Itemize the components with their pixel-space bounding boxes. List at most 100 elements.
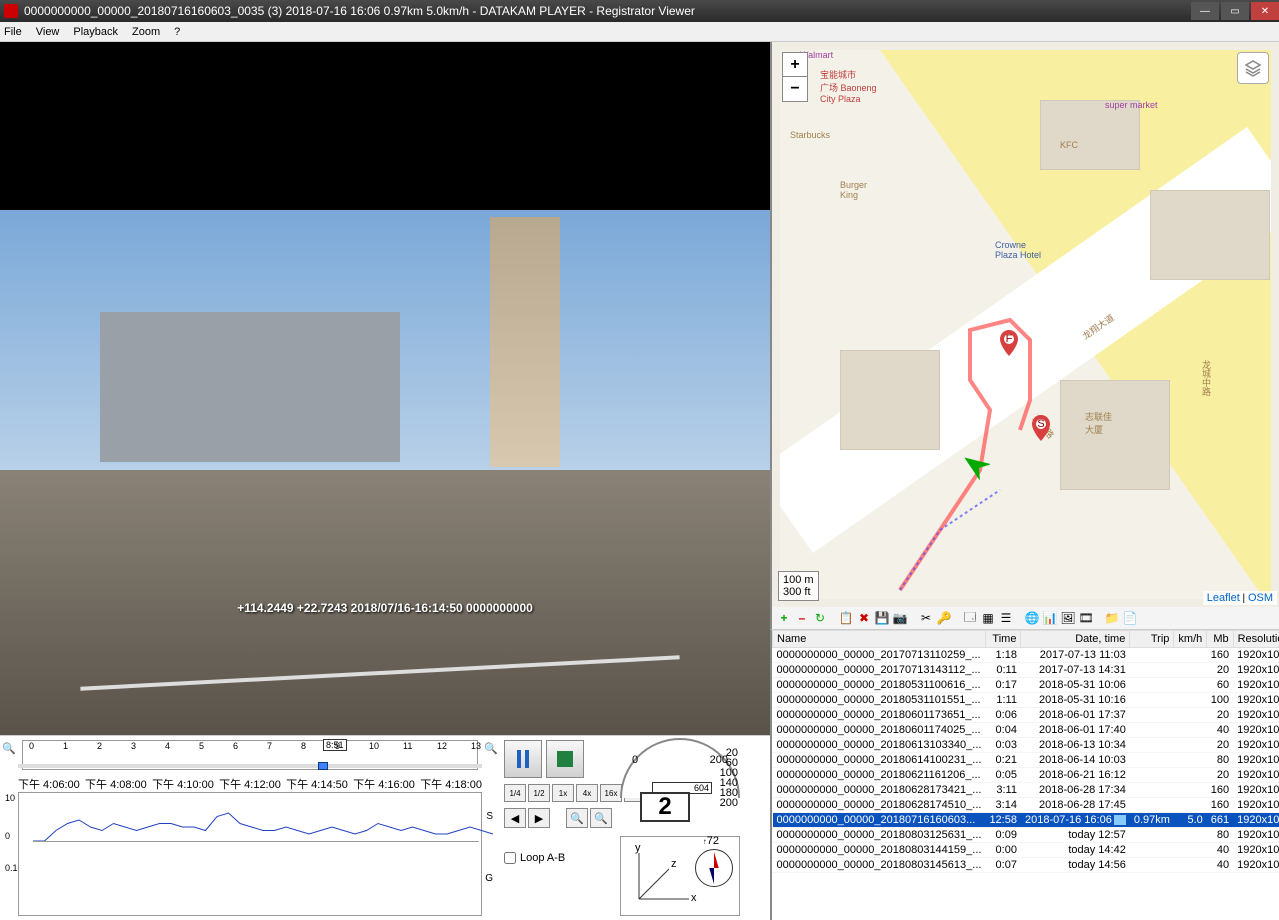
chart-label-g: G	[485, 873, 493, 884]
road-label: 龙城中路	[1200, 360, 1213, 396]
cell-name: 0000000000_00000_20180628173421_...	[773, 783, 986, 798]
copy-button[interactable]: 📋	[838, 610, 854, 626]
cell-res: 1920x1080	[1233, 708, 1279, 723]
col-name[interactable]: Name	[773, 631, 986, 648]
col-time[interactable]: Time	[985, 631, 1021, 648]
save-button[interactable]: 💾	[874, 610, 890, 626]
map-layers-button[interactable]	[1237, 52, 1269, 84]
col-trip[interactable]: Trip	[1130, 631, 1174, 648]
layers-icon	[1244, 59, 1262, 77]
speed-value: 2	[640, 792, 690, 822]
scale-imperial: 300 ft	[783, 586, 814, 598]
key-button[interactable]: 🔑	[936, 610, 952, 626]
list-button[interactable]: ☰	[998, 610, 1014, 626]
speed-1/2-button[interactable]: 1/2	[528, 784, 550, 802]
file-row[interactable]: 0000000000_00000_20180628174510_...3:142…	[773, 798, 1279, 813]
film-button[interactable]: 🎞	[1078, 610, 1094, 626]
doc-button[interactable]: 📄	[1122, 610, 1138, 626]
timeline-zoom-in-icon[interactable]: 🔍	[484, 742, 498, 755]
leaflet-link[interactable]: Leaflet	[1207, 592, 1240, 604]
snapshot-button[interactable]: 📷	[892, 610, 908, 626]
menu-help[interactable]: ?	[174, 26, 180, 38]
cell-trip	[1130, 768, 1174, 783]
svg-text:S: S	[1037, 418, 1044, 430]
delete-button[interactable]: ✖	[856, 610, 872, 626]
cell-mb: 40	[1207, 723, 1233, 738]
time-label: 下午 4:12:00	[219, 776, 281, 792]
tile-button[interactable]: ▦	[980, 610, 996, 626]
stop-button[interactable]	[546, 740, 584, 778]
menu-zoom[interactable]: Zoom	[132, 26, 160, 38]
timeline-slider-thumb[interactable]	[318, 762, 328, 770]
cut-button[interactable]: ✂	[918, 610, 934, 626]
marker-finish: F	[1000, 330, 1018, 356]
scale-metric: 100 m	[783, 574, 814, 586]
file-row[interactable]: 0000000000_00000_20180601173651_...0:062…	[773, 708, 1279, 723]
file-row[interactable]: 0000000000_00000_20180803144159_...0:00t…	[773, 843, 1279, 858]
file-row[interactable]: 0000000000_00000_20170713143112_...0:112…	[773, 663, 1279, 678]
timeline-zoom-out-icon[interactable]: 🔍	[2, 742, 16, 755]
cell-res: 1920x1080	[1233, 813, 1279, 828]
zoom-in-button[interactable]: 🔍	[566, 808, 588, 828]
window-button[interactable]: 🗔	[962, 610, 978, 626]
cell-kmh	[1174, 678, 1207, 693]
menu-playback[interactable]: Playback	[73, 26, 118, 38]
refresh-button[interactable]: ↻	[812, 610, 828, 626]
speed-1/4-button[interactable]: 1/4	[504, 784, 526, 802]
minimize-button[interactable]: —	[1191, 2, 1219, 20]
file-row[interactable]: 0000000000_00000_20180621161206_...0:052…	[773, 768, 1279, 783]
globe-button[interactable]: 🌐	[1024, 610, 1040, 626]
file-row[interactable]: 0000000000_00000_20180628173421_...3:112…	[773, 783, 1279, 798]
image-button[interactable]: 🖼	[1060, 610, 1076, 626]
loop-ab-checkbox[interactable]	[504, 852, 516, 864]
file-row[interactable]: 0000000000_00000_20180614100231_...0:212…	[773, 753, 1279, 768]
zoom-out-button[interactable]: 🔍	[590, 808, 612, 828]
osm-link[interactable]: OSM	[1248, 592, 1273, 604]
col-kmh[interactable]: km/h	[1174, 631, 1207, 648]
file-row[interactable]: 0000000000_00000_20180531101551_...1:112…	[773, 693, 1279, 708]
speed-1x-button[interactable]: 1x	[552, 784, 574, 802]
remove-button[interactable]: –	[794, 610, 810, 626]
menu-view[interactable]: View	[36, 26, 60, 38]
col-mb[interactable]: Mb	[1207, 631, 1233, 648]
map-panel[interactable]: Walmart 宝能城市 广场 Baoneng City Plaza Starb…	[770, 42, 1279, 607]
file-row[interactable]: 0000000000_00000_20180531100616_...0:172…	[773, 678, 1279, 693]
col-datetime[interactable]: Date, time	[1021, 631, 1130, 648]
add-button[interactable]: +	[776, 610, 792, 626]
prev-frame-button[interactable]: ◀	[504, 808, 526, 828]
file-row[interactable]: 0000000000_00000_20180601174025_...0:042…	[773, 723, 1279, 738]
next-frame-button[interactable]: ▶	[528, 808, 550, 828]
file-row[interactable]: 0000000000_00000_20170713110259_...1:182…	[773, 648, 1279, 663]
cell-name: 0000000000_00000_20170713143112_...	[773, 663, 986, 678]
col-res[interactable]: Resolution	[1233, 631, 1279, 648]
cell-time: 1:11	[985, 693, 1021, 708]
cell-res: 1920x1080	[1233, 753, 1279, 768]
timeline-slider-track[interactable]	[18, 764, 482, 768]
ruler-tick: 7	[267, 741, 272, 751]
menu-file[interactable]: File	[4, 26, 22, 38]
speed-16x-button[interactable]: 16x	[600, 784, 622, 802]
cell-kmh: 5.0	[1174, 813, 1207, 828]
pause-button[interactable]	[504, 740, 542, 778]
cell-name: 0000000000_00000_20180803125631_...	[773, 828, 986, 843]
file-row[interactable]: 0000000000_00000_20180613103340_...0:032…	[773, 738, 1279, 753]
folder-button[interactable]: 📁	[1104, 610, 1120, 626]
file-row[interactable]: 0000000000_00000_20180803145613_...0:07t…	[773, 858, 1279, 873]
speed-4x-button[interactable]: 4x	[576, 784, 598, 802]
cell-trip	[1130, 648, 1174, 663]
map-zoom-out-button[interactable]: −	[783, 77, 807, 101]
video-viewport[interactable]: +114.2449 +22.7243 2018/07/16-16:14:50 0…	[0, 42, 770, 735]
chart-button[interactable]: 📊	[1042, 610, 1058, 626]
maximize-button[interactable]: ▭	[1221, 2, 1249, 20]
map-building	[1150, 190, 1270, 280]
cell-time: 3:11	[985, 783, 1021, 798]
map-zoom-in-button[interactable]: +	[783, 53, 807, 77]
marker-start: S	[1032, 415, 1050, 441]
map-canvas[interactable]: Walmart 宝能城市 广场 Baoneng City Plaza Starb…	[780, 50, 1271, 599]
file-row[interactable]: 0000000000_00000_20180803125631_...0:09t…	[773, 828, 1279, 843]
file-row[interactable]: 0000000000_00000_20180716160603...12:582…	[773, 813, 1279, 828]
svg-text:y: y	[635, 845, 641, 854]
close-button[interactable]: ✕	[1251, 2, 1279, 20]
thumb-icon	[1114, 815, 1126, 825]
poi-crowne: Crowne Plaza Hotel	[995, 240, 1041, 260]
